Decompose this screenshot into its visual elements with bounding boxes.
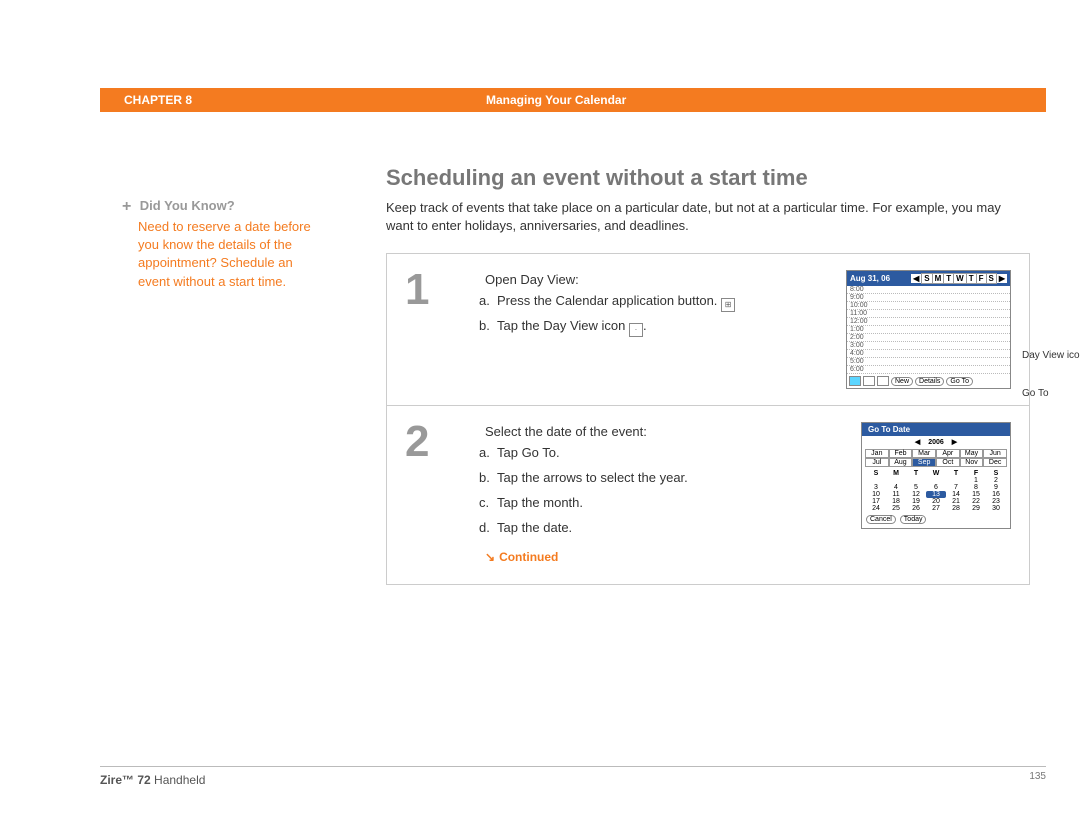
device-day-view: Aug 31, 06 ◀ SMTWTFS ▶ 8:009:0010:0011:0… bbox=[846, 270, 1011, 389]
day-view-date: Aug 31, 06 bbox=[850, 274, 890, 283]
goto-button: Go To bbox=[946, 377, 973, 386]
cancel-button: Cancel bbox=[866, 515, 896, 524]
page-number: 135 bbox=[1029, 771, 1046, 782]
callout-go-to: Go To bbox=[1022, 388, 1049, 399]
day-letters: SMTWTFS bbox=[921, 273, 997, 284]
week-view-tab-icon bbox=[863, 376, 875, 386]
year-selector: ◀2006▶ bbox=[862, 436, 1010, 448]
step-number: 2 bbox=[405, 422, 485, 567]
device-goto-date: Go To Date ◀2006▶ JanFebMarAprMayJun Jul… bbox=[861, 422, 1011, 529]
prev-day-icon: ◀ bbox=[911, 274, 921, 283]
device-shot-1-wrap: Aug 31, 06 ◀ SMTWTFS ▶ 8:009:0010:0011:0… bbox=[846, 270, 1011, 389]
callout-day-view: Day View icon bbox=[1022, 350, 1080, 361]
step-2b: Tap the arrows to select the year. bbox=[497, 468, 851, 489]
today-button: Today bbox=[900, 515, 927, 524]
device-shot-2-wrap: Go To Date ◀2006▶ JanFebMarAprMayJun Jul… bbox=[861, 422, 1011, 567]
month-view-tab-icon bbox=[877, 376, 889, 386]
hours-grid: 8:009:0010:0011:0012:001:002:003:004:005… bbox=[847, 286, 1010, 374]
step-1-lead: Open Day View: bbox=[485, 270, 836, 291]
goto-footer: Cancel Today bbox=[862, 512, 1010, 524]
continued-arrow-icon: ↘ bbox=[485, 548, 495, 567]
step-1a: Press the Calendar application button. ⊞ bbox=[497, 291, 836, 312]
day-view-header: Aug 31, 06 ◀ SMTWTFS ▶ bbox=[847, 271, 1010, 286]
step-2-lead: Select the date of the event: bbox=[485, 422, 851, 443]
step-2: 2 Select the date of the event: Tap Go T… bbox=[387, 406, 1029, 583]
sidebar-tip: + Did You Know? Need to reserve a date b… bbox=[122, 197, 322, 291]
next-day-icon: ▶ bbox=[997, 274, 1007, 283]
day-view-toolbar: New Details Go To bbox=[847, 374, 1010, 388]
step-number: 1 bbox=[405, 270, 485, 389]
date-grid: 12 3456789 10111213141516 17181920212223… bbox=[862, 477, 1010, 512]
next-year-icon: ▶ bbox=[944, 439, 965, 446]
step-1b: Tap the Day View icon ·. bbox=[497, 316, 836, 337]
continued-label: ↘Continued bbox=[485, 548, 851, 567]
day-view-icon: · bbox=[629, 323, 643, 337]
new-button: New bbox=[891, 377, 913, 386]
plus-icon: + bbox=[122, 198, 131, 216]
chapter-title: Managing Your Calendar bbox=[486, 93, 626, 107]
did-you-know-title: Did You Know? bbox=[140, 198, 235, 213]
section-heading: Scheduling an event without a start time bbox=[386, 165, 1030, 191]
step-2d: Tap the date. bbox=[497, 518, 851, 539]
step-2c: Tap the month. bbox=[497, 493, 851, 514]
chapter-header: CHAPTER 8 Managing Your Calendar bbox=[100, 88, 1046, 112]
step-2-content: Select the date of the event: Tap Go To.… bbox=[485, 422, 861, 567]
chapter-label: CHAPTER 8 bbox=[124, 93, 192, 107]
month-grid: JanFebMarAprMayJun JulAugSepOctNovDec bbox=[862, 448, 1010, 468]
details-button: Details bbox=[915, 377, 944, 386]
section-intro: Keep track of events that take place on … bbox=[386, 199, 1030, 235]
prev-year-icon: ◀ bbox=[907, 439, 928, 446]
step-1-content: Open Day View: Press the Calendar applic… bbox=[485, 270, 846, 389]
steps-container: 1 Open Day View: Press the Calendar appl… bbox=[386, 253, 1030, 584]
goto-title: Go To Date bbox=[862, 423, 1010, 436]
year-value: 2006 bbox=[928, 439, 944, 446]
step-1: 1 Open Day View: Press the Calendar appl… bbox=[387, 254, 1029, 406]
did-you-know-body: Need to reserve a date before you know t… bbox=[138, 218, 322, 291]
step-2a: Tap Go To. bbox=[497, 443, 851, 464]
dow-row: SMTWTFS bbox=[862, 468, 1010, 477]
product-name: Zire™ 72 Handheld bbox=[100, 773, 205, 787]
page-footer: Zire™ 72 Handheld 135 bbox=[100, 766, 1046, 789]
day-view-tab-icon bbox=[849, 376, 861, 386]
calendar-app-icon: ⊞ bbox=[721, 298, 735, 312]
